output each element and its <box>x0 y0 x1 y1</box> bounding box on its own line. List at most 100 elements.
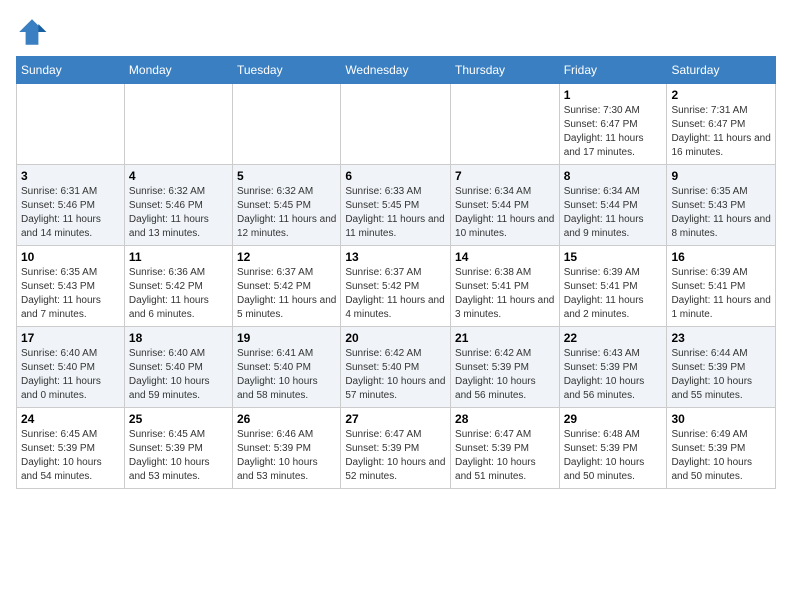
day-number: 19 <box>237 331 336 345</box>
day-number: 22 <box>564 331 663 345</box>
calendar-cell: 12 Sunrise: 6:37 AM Sunset: 5:42 PM Dayli… <box>233 246 341 327</box>
calendar-cell: 10Sunrise: 6:35 AM Sunset: 5:43 PM Dayli… <box>17 246 125 327</box>
day-info: Sunrise: 6:35 AM Sunset: 5:43 PM Dayligh… <box>671 185 771 241</box>
calendar-cell: 16 Sunrise: 6:39 AM Sunset: 5:41 PM Dayli… <box>667 246 776 327</box>
calendar-cell: 9Sunrise: 6:35 AM Sunset: 5:43 PM Daylig… <box>667 165 776 246</box>
day-number: 23 <box>671 331 771 345</box>
day-number: 24 <box>21 412 120 426</box>
day-number: 28 <box>455 412 555 426</box>
day-info: Sunrise: 6:34 AM Sunset: 5:44 PM Dayligh… <box>564 185 663 241</box>
calendar-cell: 5 Sunrise: 6:32 AM Sunset: 5:45 PM Daylig… <box>233 165 341 246</box>
day-info: Sunrise: 6:40 AM Sunset: 5:40 PM Dayligh… <box>129 347 228 403</box>
logo-icon <box>16 16 48 48</box>
calendar-cell <box>341 84 451 165</box>
day-info: Sunrise: 6:47 AM Sunset: 5:39 PM Dayligh… <box>345 428 446 484</box>
calendar-cell <box>451 84 560 165</box>
calendar-cell: 18 Sunrise: 6:40 AM Sunset: 5:40 PM Dayli… <box>124 327 232 408</box>
day-number: 3 <box>21 169 120 183</box>
calendar-week-row: 10Sunrise: 6:35 AM Sunset: 5:43 PM Dayli… <box>17 246 776 327</box>
calendar-cell <box>233 84 341 165</box>
day-of-week-header: Wednesday <box>341 57 451 84</box>
day-number: 20 <box>345 331 446 345</box>
calendar-cell: 25 Sunrise: 6:45 AM Sunset: 5:39 PM Dayli… <box>124 408 232 489</box>
day-of-week-header: Thursday <box>451 57 560 84</box>
day-of-week-header: Tuesday <box>233 57 341 84</box>
day-info: Sunrise: 6:38 AM Sunset: 5:41 PM Dayligh… <box>455 266 555 322</box>
day-number: 5 <box>237 169 336 183</box>
calendar-cell: 4 Sunrise: 6:32 AM Sunset: 5:46 PM Daylig… <box>124 165 232 246</box>
calendar-cell <box>17 84 125 165</box>
calendar-cell: 19Sunrise: 6:41 AM Sunset: 5:40 PM Dayli… <box>233 327 341 408</box>
calendar-cell: 2 Sunrise: 7:31 AM Sunset: 6:47 PM Daylig… <box>667 84 776 165</box>
calendar-cell: 3 Sunrise: 6:31 AM Sunset: 5:46 PM Daylig… <box>17 165 125 246</box>
day-number: 6 <box>345 169 446 183</box>
day-number: 15 <box>564 250 663 264</box>
day-info: Sunrise: 6:46 AM Sunset: 5:39 PM Dayligh… <box>237 428 336 484</box>
day-number: 12 <box>237 250 336 264</box>
calendar-cell: 22 Sunrise: 6:43 AM Sunset: 5:39 PM Dayli… <box>559 327 667 408</box>
day-info: Sunrise: 6:37 AM Sunset: 5:42 PM Dayligh… <box>237 266 336 322</box>
day-info: Sunrise: 6:36 AM Sunset: 5:42 PM Dayligh… <box>129 266 228 322</box>
day-info: Sunrise: 6:44 AM Sunset: 5:39 PM Dayligh… <box>671 347 771 403</box>
day-of-week-header: Saturday <box>667 57 776 84</box>
day-number: 2 <box>671 88 771 102</box>
day-info: Sunrise: 6:45 AM Sunset: 5:39 PM Dayligh… <box>21 428 120 484</box>
day-info: Sunrise: 6:42 AM Sunset: 5:39 PM Dayligh… <box>455 347 555 403</box>
day-info: Sunrise: 6:32 AM Sunset: 5:46 PM Dayligh… <box>129 185 228 241</box>
calendar-cell: 24 Sunrise: 6:45 AM Sunset: 5:39 PM Dayli… <box>17 408 125 489</box>
day-number: 14 <box>455 250 555 264</box>
day-info: Sunrise: 6:35 AM Sunset: 5:43 PM Dayligh… <box>21 266 120 322</box>
calendar-cell: 13Sunrise: 6:37 AM Sunset: 5:42 PM Dayli… <box>341 246 451 327</box>
calendar-cell: 11 Sunrise: 6:36 AM Sunset: 5:42 PM Dayli… <box>124 246 232 327</box>
calendar-cell <box>124 84 232 165</box>
calendar-table: SundayMondayTuesdayWednesdayThursdayFrid… <box>16 56 776 489</box>
day-of-week-header: Friday <box>559 57 667 84</box>
day-info: Sunrise: 6:43 AM Sunset: 5:39 PM Dayligh… <box>564 347 663 403</box>
day-info: Sunrise: 6:47 AM Sunset: 5:39 PM Dayligh… <box>455 428 555 484</box>
calendar-cell: 20 Sunrise: 6:42 AM Sunset: 5:40 PM Dayli… <box>341 327 451 408</box>
day-info: Sunrise: 6:49 AM Sunset: 5:39 PM Dayligh… <box>671 428 771 484</box>
calendar-cell: 21 Sunrise: 6:42 AM Sunset: 5:39 PM Dayli… <box>451 327 560 408</box>
calendar-cell: 17 Sunrise: 6:40 AM Sunset: 5:40 PM Dayli… <box>17 327 125 408</box>
calendar-cell: 14 Sunrise: 6:38 AM Sunset: 5:41 PM Dayli… <box>451 246 560 327</box>
page-header <box>16 16 776 48</box>
day-number: 4 <box>129 169 228 183</box>
day-info: Sunrise: 6:45 AM Sunset: 5:39 PM Dayligh… <box>129 428 228 484</box>
day-info: Sunrise: 6:34 AM Sunset: 5:44 PM Dayligh… <box>455 185 555 241</box>
day-info: Sunrise: 6:42 AM Sunset: 5:40 PM Dayligh… <box>345 347 446 403</box>
day-number: 16 <box>671 250 771 264</box>
calendar-week-row: 1Sunrise: 7:30 AM Sunset: 6:47 PM Daylig… <box>17 84 776 165</box>
day-info: Sunrise: 6:31 AM Sunset: 5:46 PM Dayligh… <box>21 185 120 241</box>
day-info: Sunrise: 6:37 AM Sunset: 5:42 PM Dayligh… <box>345 266 446 322</box>
calendar-cell: 29 Sunrise: 6:48 AM Sunset: 5:39 PM Dayli… <box>559 408 667 489</box>
calendar-week-row: 17 Sunrise: 6:40 AM Sunset: 5:40 PM Dayli… <box>17 327 776 408</box>
day-number: 17 <box>21 331 120 345</box>
day-info: Sunrise: 7:31 AM Sunset: 6:47 PM Dayligh… <box>671 104 771 160</box>
day-number: 30 <box>671 412 771 426</box>
calendar-cell: 27 Sunrise: 6:47 AM Sunset: 5:39 PM Dayli… <box>341 408 451 489</box>
calendar-header-row: SundayMondayTuesdayWednesdayThursdayFrid… <box>17 57 776 84</box>
day-info: Sunrise: 6:32 AM Sunset: 5:45 PM Dayligh… <box>237 185 336 241</box>
day-number: 8 <box>564 169 663 183</box>
day-number: 7 <box>455 169 555 183</box>
day-number: 29 <box>564 412 663 426</box>
day-number: 26 <box>237 412 336 426</box>
calendar-week-row: 3 Sunrise: 6:31 AM Sunset: 5:46 PM Daylig… <box>17 165 776 246</box>
day-number: 25 <box>129 412 228 426</box>
day-number: 27 <box>345 412 446 426</box>
day-of-week-header: Sunday <box>17 57 125 84</box>
day-number: 1 <box>564 88 663 102</box>
day-info: Sunrise: 6:48 AM Sunset: 5:39 PM Dayligh… <box>564 428 663 484</box>
calendar-cell: 1Sunrise: 7:30 AM Sunset: 6:47 PM Daylig… <box>559 84 667 165</box>
day-number: 21 <box>455 331 555 345</box>
day-info: Sunrise: 6:39 AM Sunset: 5:41 PM Dayligh… <box>671 266 771 322</box>
day-number: 11 <box>129 250 228 264</box>
calendar-cell: 6 Sunrise: 6:33 AM Sunset: 5:45 PM Daylig… <box>341 165 451 246</box>
day-number: 18 <box>129 331 228 345</box>
logo <box>16 16 52 48</box>
day-info: Sunrise: 6:33 AM Sunset: 5:45 PM Dayligh… <box>345 185 446 241</box>
calendar-cell: 28 Sunrise: 6:47 AM Sunset: 5:39 PM Dayli… <box>451 408 560 489</box>
calendar-cell: 8 Sunrise: 6:34 AM Sunset: 5:44 PM Daylig… <box>559 165 667 246</box>
day-info: Sunrise: 6:40 AM Sunset: 5:40 PM Dayligh… <box>21 347 120 403</box>
calendar-cell: 23 Sunrise: 6:44 AM Sunset: 5:39 PM Dayli… <box>667 327 776 408</box>
